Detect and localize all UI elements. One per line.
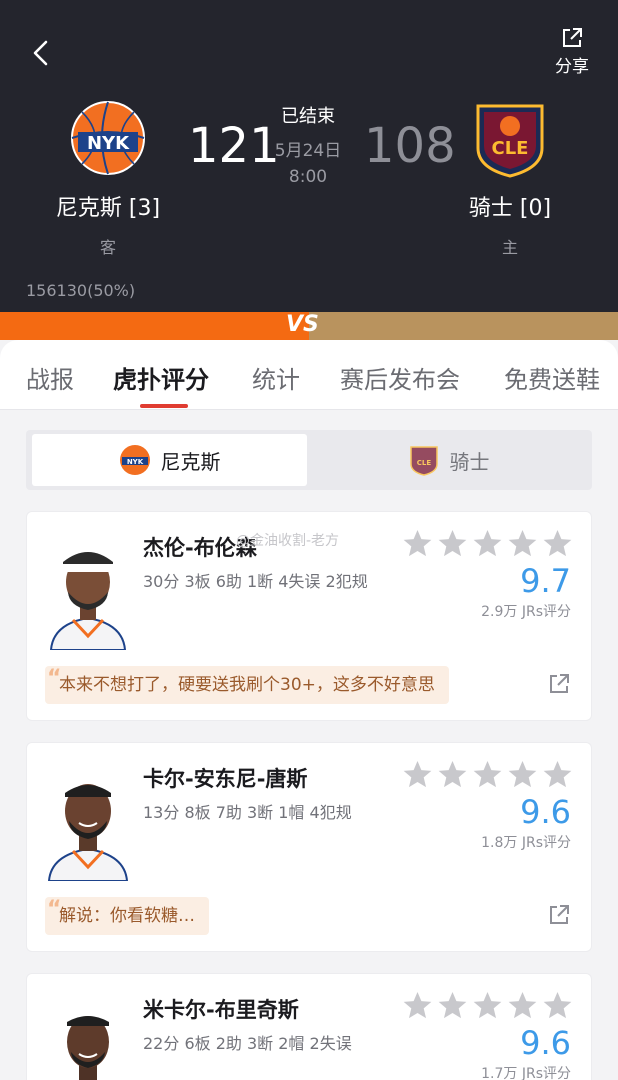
toggle-knicks[interactable]: NYK 尼克斯 (32, 434, 307, 486)
star-icon[interactable] (437, 528, 468, 559)
player-rating: 9.7 (520, 562, 571, 600)
rating-votes: 2.9万 JRs评分 (481, 604, 571, 620)
toggle-knicks-label: 尼克斯 (160, 449, 221, 474)
rating-stars (402, 759, 573, 790)
toggle-cavaliers[interactable]: CLE 骑士 (311, 434, 586, 486)
team-toggle: NYK 尼克斯 CLE 骑士 (26, 430, 592, 490)
knicks-logo[interactable]: NYK (68, 98, 148, 178)
svg-text:NYK: NYK (87, 133, 130, 154)
game-status: 已结束 (281, 106, 335, 127)
player-card[interactable]: 卡尔-安东尼-唐斯 13分 8板 7助 3断 1帽 4犯规 9.6 1.8万 J… (26, 742, 592, 952)
tab-stats[interactable]: 统计 (252, 360, 300, 395)
svg-text:CLE: CLE (492, 138, 529, 159)
support-count: 156130(50%) (26, 281, 136, 300)
game-date: 5月24日 (274, 141, 342, 161)
star-icon[interactable] (402, 990, 433, 1021)
tab-free-shoes[interactable]: 免费送鞋 (504, 360, 600, 395)
tab-report[interactable]: 战报 (26, 360, 74, 395)
star-icon[interactable] (437, 990, 468, 1021)
hot-comment-text: 解说：你看软糖… (59, 906, 195, 926)
star-icon[interactable] (507, 990, 538, 1021)
rating-stars (402, 990, 573, 1021)
external-link-icon[interactable] (547, 903, 571, 927)
player-avatar (43, 994, 133, 1080)
share-icon (563, 28, 582, 47)
app-root: 分享 NYK CLE 尼克斯 [3] 骑士 [0] 客 主 121 108 已结… (0, 0, 618, 1080)
tab-rating[interactable]: 虎扑评分 (113, 360, 209, 395)
hot-comment-text: 本来不想打了，硬要送我刷个30+，这多不好意思 (59, 675, 435, 695)
star-icon[interactable] (437, 759, 468, 790)
back-icon[interactable] (28, 38, 54, 68)
game-time: 8:00 (288, 167, 328, 187)
watermark: @金油收割-老方 (236, 533, 340, 549)
rating-stars (402, 528, 573, 559)
player-avatar (43, 532, 133, 650)
player-stats: 13分 8板 7助 3断 1帽 4犯规 (143, 803, 352, 822)
quote-icon: “ (47, 666, 62, 691)
tab-bar: 战报 虎扑评分 统计 赛后发布会 免费送鞋 (0, 340, 618, 410)
share-label: 分享 (555, 57, 589, 77)
star-icon[interactable] (542, 990, 573, 1021)
svg-text:CLE: CLE (416, 459, 431, 467)
hot-comment[interactable]: “ 本来不想打了，硬要送我刷个30+，这多不好意思 (45, 666, 449, 704)
player-rating: 9.6 (520, 1024, 571, 1062)
cavaliers-mini-logo: CLE (409, 446, 438, 476)
star-icon[interactable] (507, 759, 538, 790)
external-link-icon[interactable] (547, 672, 571, 696)
rating-content: NYK 尼克斯 CLE 骑士 杰伦-布伦森 30分 3板 6助 1断 4失误 2… (0, 410, 618, 1080)
game-header: 分享 NYK CLE 尼克斯 [3] 骑士 [0] 客 主 121 108 已结… (0, 0, 618, 312)
star-icon[interactable] (542, 528, 573, 559)
player-avatar (43, 763, 133, 881)
star-icon[interactable] (472, 759, 503, 790)
player-card[interactable]: 米卡尔-布里奇斯 22分 6板 2助 3断 2帽 2失误 9.6 1.7万 JR… (26, 973, 592, 1080)
player-stats: 22分 6板 2助 3断 2帽 2失误 (143, 1034, 352, 1053)
active-tab-indicator (140, 404, 188, 408)
support-bar: VS (0, 312, 618, 340)
star-icon[interactable] (507, 528, 538, 559)
star-icon[interactable] (542, 759, 573, 790)
star-icon[interactable] (472, 990, 503, 1021)
knicks-mini-logo: NYK (119, 445, 150, 475)
quote-icon: “ (47, 897, 62, 922)
vs-label: VS (286, 312, 319, 337)
share-button[interactable]: 分享 (548, 26, 596, 77)
home-side-label: 客 (99, 238, 116, 257)
rating-votes: 1.7万 JRs评分 (481, 1066, 571, 1080)
star-icon[interactable] (402, 759, 433, 790)
player-name[interactable]: 卡尔-安东尼-唐斯 (143, 763, 307, 793)
cavaliers-logo[interactable]: CLE (470, 98, 550, 178)
home-team-name[interactable]: 尼克斯 [3] (28, 190, 188, 222)
player-name[interactable]: 米卡尔-布里奇斯 (143, 994, 299, 1024)
player-stats: 30分 3板 6助 1断 4失误 2犯规 (143, 572, 368, 591)
away-team-name[interactable]: 骑士 [0] (430, 190, 590, 222)
toggle-cavaliers-label: 骑士 (449, 449, 490, 474)
away-side-label: 主 (501, 238, 518, 257)
star-icon[interactable] (402, 528, 433, 559)
player-rating: 9.6 (520, 793, 571, 831)
away-score: 108 (364, 118, 456, 174)
tab-press-conference[interactable]: 赛后发布会 (340, 360, 460, 395)
rating-votes: 1.8万 JRs评分 (481, 835, 571, 851)
svg-text:NYK: NYK (126, 458, 143, 466)
hot-comment[interactable]: “ 解说：你看软糖… (45, 897, 209, 935)
star-icon[interactable] (472, 528, 503, 559)
